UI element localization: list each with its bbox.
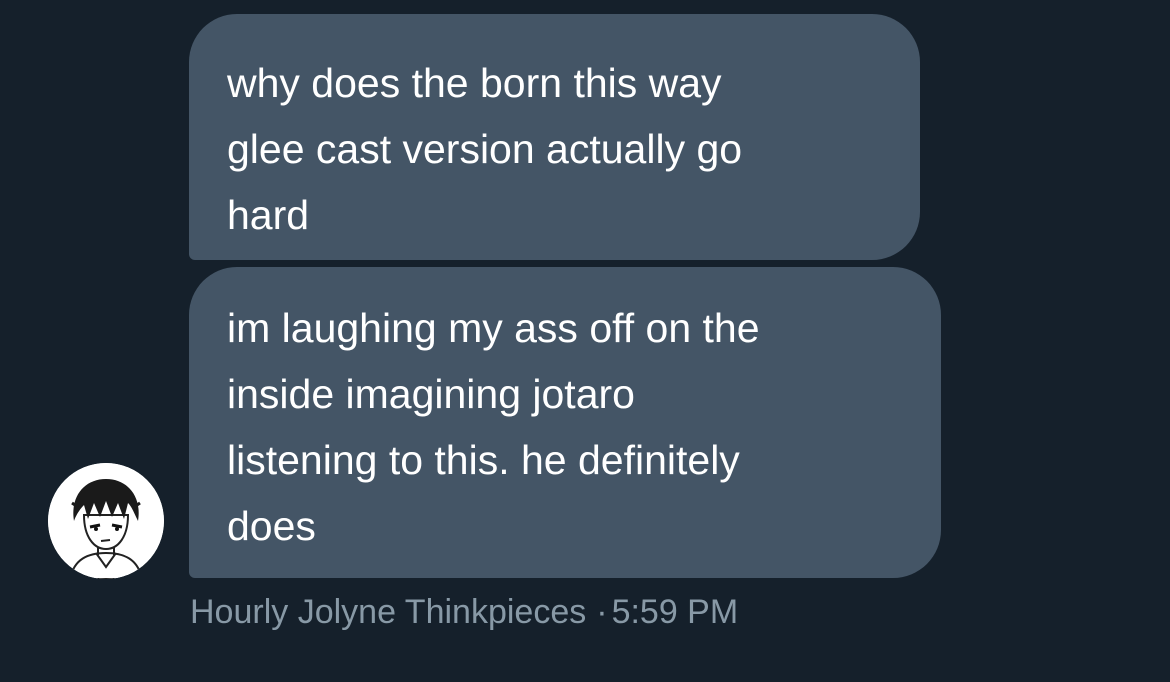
message-text-line: inside imagining jotaro <box>227 371 635 417</box>
message-text-line: hard <box>227 192 310 238</box>
avatar[interactable] <box>48 463 164 579</box>
message-text-line: listening to this. he definitely <box>227 437 740 483</box>
message-text-line: glee cast version actually go <box>227 126 743 172</box>
message-bubble[interactable]: why does the born this way glee cast ver… <box>189 14 920 260</box>
sender-name[interactable]: Hourly Jolyne Thinkpieces <box>190 593 586 631</box>
manga-character-avatar-icon <box>48 463 164 579</box>
message-bubble[interactable]: im laughing my ass off on the inside ima… <box>189 267 941 578</box>
message-timestamp: 5:59 PM <box>611 593 739 631</box>
message-text-line: does <box>227 503 316 549</box>
message-text-line: why does the born this way <box>227 60 722 106</box>
message-text-line: im laughing my ass off on the <box>227 305 760 351</box>
message-meta: Hourly Jolyne Thinkpieces · 5:59 PM <box>190 590 738 634</box>
meta-separator: · <box>596 593 608 631</box>
